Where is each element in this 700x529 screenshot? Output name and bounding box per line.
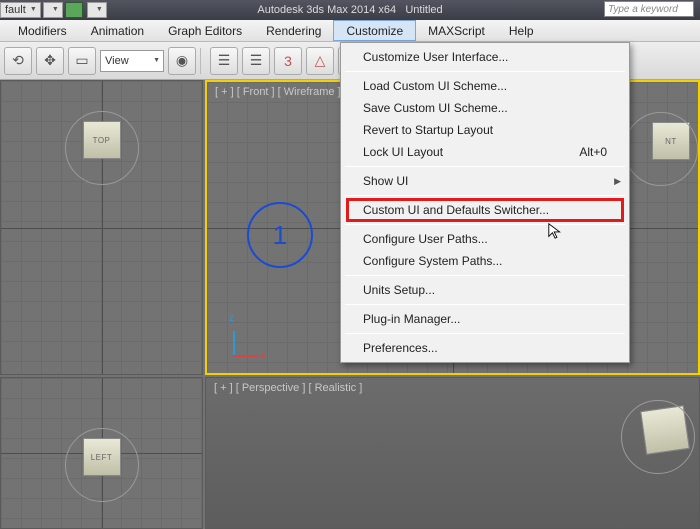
menu-bar: Modifiers Animation Graph Editors Render… <box>0 20 700 42</box>
title-history-dropdown[interactable] <box>43 2 63 18</box>
menu-lock-ui[interactable]: Lock UI LayoutAlt+0 <box>343 141 627 163</box>
move-button[interactable]: ✥ <box>36 47 64 75</box>
menu-load-ui-scheme[interactable]: Load Custom UI Scheme... <box>343 75 627 97</box>
menu-plugin-manager[interactable]: Plug-in Manager... <box>343 308 627 330</box>
menu-preferences[interactable]: Preferences... <box>343 337 627 359</box>
menu-modifiers[interactable]: Modifiers <box>6 20 79 41</box>
menu-separator <box>345 333 625 334</box>
search-input[interactable]: Type a keyword <box>604 1 694 17</box>
menu-custom-ui-defaults-switcher[interactable]: Custom UI and Defaults Switcher... <box>343 199 627 221</box>
menu-animation[interactable]: Animation <box>79 20 156 41</box>
menu-separator <box>345 195 625 196</box>
align-button[interactable]: ☰ <box>242 47 270 75</box>
snap-toggle-button[interactable]: 3 <box>274 47 302 75</box>
menu-help[interactable]: Help <box>497 20 546 41</box>
workspace-dropdown[interactable]: fault <box>0 2 41 18</box>
menu-graph-editors[interactable]: Graph Editors <box>156 20 254 41</box>
viewport-left[interactable]: LEFT <box>0 377 203 529</box>
menu-show-ui[interactable]: Show UI <box>343 170 627 192</box>
angle-snap-button[interactable]: △ <box>306 47 334 75</box>
viewport-perspective[interactable]: [ + ] [ Perspective ] [ Realistic ] <box>205 377 700 529</box>
schematic-button[interactable]: ▭ <box>68 47 96 75</box>
title-bar: fault Autodesk 3ds Max 2014 x64 Untitled… <box>0 0 700 20</box>
menu-separator <box>345 166 625 167</box>
menu-revert-startup[interactable]: Revert to Startup Layout <box>343 119 627 141</box>
menu-configure-user-paths[interactable]: Configure User Paths... <box>343 228 627 250</box>
customize-menu-dropdown: Customize User Interface... Load Custom … <box>340 42 630 363</box>
title-tool-icon[interactable] <box>65 2 83 18</box>
viewport-label-perspective[interactable]: [ + ] [ Perspective ] [ Realistic ] <box>214 382 362 394</box>
menu-save-ui-scheme[interactable]: Save Custom UI Scheme... <box>343 97 627 119</box>
viewport-top[interactable]: TOP <box>0 80 203 375</box>
viewcube-ring[interactable] <box>65 428 139 502</box>
axis-gizmo: z x <box>223 317 263 357</box>
perspective-grid <box>230 511 675 529</box>
ref-coord-dropdown[interactable]: View <box>100 50 164 72</box>
annotation-circle: 1 <box>247 202 313 268</box>
menu-configure-system-paths[interactable]: Configure System Paths... <box>343 250 627 272</box>
viewport-label-front[interactable]: [ + ] [ Front ] [ Wireframe ] <box>215 86 341 98</box>
viewcube-ring[interactable] <box>624 112 698 186</box>
menu-customize-ui[interactable]: Customize User Interface... <box>343 46 627 68</box>
viewcube-ring[interactable] <box>65 111 139 185</box>
mirror-button[interactable]: ☰ <box>210 47 238 75</box>
menu-rendering[interactable]: Rendering <box>254 20 333 41</box>
menu-separator <box>345 275 625 276</box>
select-link-button[interactable]: ⟲ <box>4 47 32 75</box>
menu-customize[interactable]: Customize <box>333 20 416 41</box>
viewcube-ring[interactable] <box>621 400 695 474</box>
menu-maxscript[interactable]: MAXScript <box>416 20 497 41</box>
menu-separator <box>345 304 625 305</box>
center-button[interactable]: ◉ <box>168 47 196 75</box>
menu-units-setup[interactable]: Units Setup... <box>343 279 627 301</box>
title-misc-dropdown[interactable] <box>87 2 107 18</box>
menu-separator <box>345 71 625 72</box>
menu-separator <box>345 224 625 225</box>
